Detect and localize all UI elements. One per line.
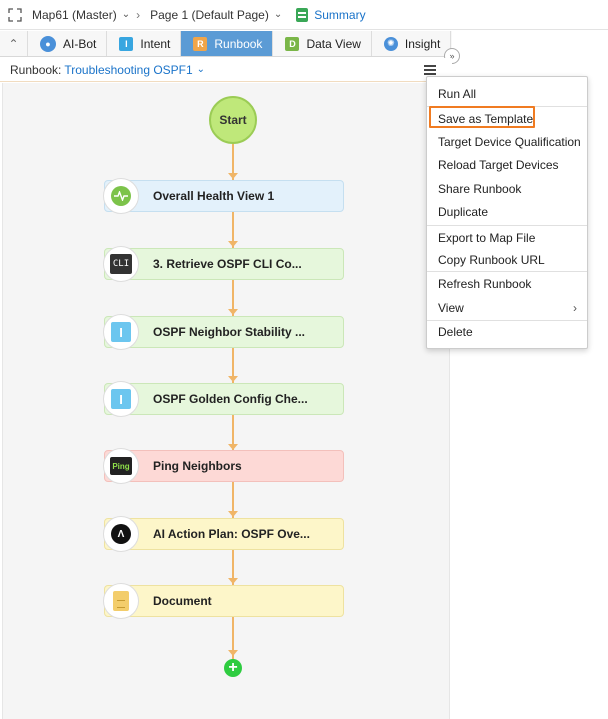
menu-item-share-runbook[interactable]: Share Runbook xyxy=(427,178,587,200)
tab-runbook[interactable]: R Runbook xyxy=(181,31,274,56)
node-badge: Λ xyxy=(103,516,139,552)
arrow-icon xyxy=(228,511,238,517)
breadcrumb-bar: Map61 (Master) ⌄ › Page 1 (Default Page)… xyxy=(0,0,608,30)
node-badge: CLI xyxy=(103,246,139,282)
summary-icon xyxy=(296,7,309,22)
map-selector[interactable]: Map61 (Master) ⌄ xyxy=(32,8,130,22)
menu-item-refresh-runbook[interactable]: Refresh Runbook xyxy=(427,273,587,295)
menu-item-view[interactable]: View › xyxy=(427,297,587,319)
ai-icon: Λ xyxy=(111,524,131,544)
tab-data-view[interactable]: D Data View xyxy=(273,31,372,56)
node-label: OSPF Golden Config Che... xyxy=(153,392,308,406)
tab-ai-bot[interactable]: ● AI-Bot xyxy=(28,31,108,56)
menu-icon[interactable] xyxy=(424,65,436,75)
menu-item-duplicate[interactable]: Duplicate xyxy=(427,201,587,223)
chevron-down-icon[interactable]: ⌄ xyxy=(197,64,205,75)
document-icon xyxy=(113,591,129,611)
summary-link[interactable]: Summary xyxy=(296,7,366,22)
tab-label: Data View xyxy=(306,36,361,51)
node-label: 3. Retrieve OSPF CLI Co... xyxy=(153,257,302,271)
cli-icon: CLI xyxy=(110,254,132,274)
add-node-icon[interactable]: + xyxy=(224,659,242,677)
chevron-down-icon: ⌄ xyxy=(121,9,131,20)
ping-icon: Ping xyxy=(110,457,132,475)
page-name: Page 1 (Default Page) xyxy=(150,7,269,22)
intent-icon: I xyxy=(111,322,131,342)
node-label: OSPF Neighbor Stability ... xyxy=(153,325,306,339)
node-label: Ping Neighbors xyxy=(153,459,242,473)
chevron-right-icon: › xyxy=(573,301,577,315)
runbook-selector[interactable]: Troubleshooting OSPF1 xyxy=(64,63,192,77)
node-ping-neighbors[interactable]: Ping Ping Neighbors xyxy=(103,448,344,484)
expand-icon[interactable] xyxy=(8,7,22,22)
menu-item-reload-target-devices[interactable]: Reload Target Devices xyxy=(427,154,587,176)
start-node[interactable]: Start xyxy=(209,96,257,144)
menu-item-copy-runbook-url[interactable]: Copy Runbook URL xyxy=(427,249,587,271)
intent-icon: I xyxy=(111,389,131,409)
node-neighbor-stability[interactable]: I OSPF Neighbor Stability ... xyxy=(103,314,344,350)
intent-icon: I xyxy=(119,36,134,51)
menu-item-run-all[interactable]: Run All xyxy=(427,83,587,105)
tab-label: Runbook xyxy=(214,36,263,51)
arrow-icon xyxy=(228,650,238,656)
node-badge: I xyxy=(103,381,139,417)
ai-bot-icon: ● xyxy=(40,35,56,52)
node-golden-config[interactable]: I OSPF Golden Config Che... xyxy=(103,381,344,417)
menu-item-export-to-map-file[interactable]: Export to Map File xyxy=(427,227,587,249)
map-name: Map61 (Master) xyxy=(32,7,117,22)
arrow-icon xyxy=(228,376,238,382)
arrow-icon xyxy=(228,241,238,247)
menu-item-target-device-qualification[interactable]: Target Device Qualification xyxy=(427,131,587,153)
node-retrieve-cli[interactable]: CLI 3. Retrieve OSPF CLI Co... xyxy=(103,246,344,282)
collapse-up-icon[interactable]: ⌃ xyxy=(0,31,28,56)
node-badge: Ping xyxy=(103,448,139,484)
tab-label: Intent xyxy=(140,36,171,51)
chevron-down-icon: ⌄ xyxy=(273,9,283,20)
node-document[interactable]: Document xyxy=(103,583,344,619)
node-label: Overall Health View 1 xyxy=(153,189,275,203)
summary-label: Summary xyxy=(314,7,366,22)
arrow-icon xyxy=(228,173,238,179)
node-ai-action-plan[interactable]: Λ AI Action Plan: OSPF Ove... xyxy=(103,516,344,552)
tab-bar: ⌃ ● AI-Bot I Intent R Runbook D Data Vie… xyxy=(0,31,452,57)
highlight-box xyxy=(429,106,535,128)
menu-divider xyxy=(427,271,587,272)
menu-item-label: View xyxy=(438,301,464,315)
runbook-label: Runbook: xyxy=(10,62,62,77)
tab-label: AI-Bot xyxy=(63,36,97,51)
health-icon xyxy=(111,186,131,206)
menu-divider xyxy=(427,225,587,226)
runbook-header: Runbook: Troubleshooting OSPF1 ⌄ xyxy=(0,58,452,82)
tab-intent[interactable]: I Intent xyxy=(107,31,182,56)
tab-insight[interactable]: ✺ Insight xyxy=(372,31,452,56)
node-badge xyxy=(103,583,139,619)
node-label: AI Action Plan: OSPF Ove... xyxy=(153,527,310,541)
data-view-icon: D xyxy=(285,36,300,51)
arrow-icon xyxy=(228,578,238,584)
runbook-icon: R xyxy=(193,36,208,51)
node-label: Document xyxy=(153,594,212,608)
node-badge: I xyxy=(103,314,139,350)
insight-icon: ✺ xyxy=(383,36,398,51)
arrow-icon xyxy=(228,309,238,315)
breadcrumb-separator-icon: › xyxy=(136,7,141,22)
node-overall-health[interactable]: Overall Health View 1 xyxy=(103,178,344,214)
node-badge xyxy=(103,178,139,214)
tab-label: Insight xyxy=(404,36,441,51)
page-selector[interactable]: Page 1 (Default Page) ⌄ xyxy=(150,8,282,22)
menu-item-delete[interactable]: Delete xyxy=(427,321,587,343)
